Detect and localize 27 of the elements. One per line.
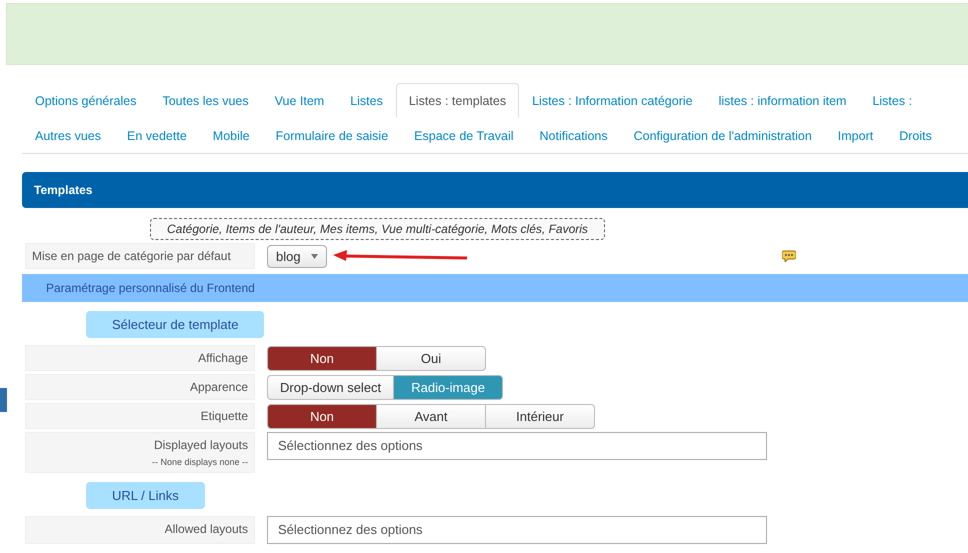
section-title: URL / Links bbox=[86, 482, 205, 509]
speech-bubble-icon bbox=[782, 250, 796, 262]
arrow-icon bbox=[332, 250, 469, 262]
multiselect-field[interactable]: Sélectionnez des options bbox=[267, 432, 767, 460]
toggle-option[interactable]: Oui bbox=[376, 346, 486, 370]
side-marker bbox=[0, 388, 7, 412]
toggle-option[interactable]: Radio-image bbox=[393, 374, 504, 400]
toggle-option[interactable]: Non bbox=[267, 346, 377, 370]
toggle-option[interactable]: Non bbox=[267, 404, 377, 428]
tab[interactable]: Listes : templates bbox=[396, 83, 520, 118]
toggle-option[interactable]: Intérieur bbox=[485, 404, 595, 428]
field-label: Affichage bbox=[25, 345, 255, 371]
multiselect-field[interactable]: Sélectionnez des options bbox=[267, 516, 767, 544]
field-label: Etiquette bbox=[25, 403, 255, 429]
field-label: Allowed layouts bbox=[164, 522, 248, 536]
layout-select[interactable]: blog bbox=[267, 244, 327, 268]
field-label: Apparence bbox=[25, 374, 255, 400]
toggle-option[interactable]: Avant bbox=[376, 404, 486, 428]
hint-text: Catégorie, Items de l'auteur, Mes items, Vue multi-catégorie, Mots clés, Favoris bbox=[150, 218, 605, 240]
caret-icon bbox=[310, 254, 318, 258]
field-note: -- None displays none -- bbox=[150, 457, 248, 467]
section-header: Paramétrage personnalisé du Frontend bbox=[22, 274, 968, 302]
field-label: Displayed layouts bbox=[152, 438, 248, 452]
field-label: Mise en page de catégorie par défaut bbox=[25, 243, 255, 269]
section-title: Sélecteur de template bbox=[86, 311, 264, 338]
panel-header: Templates bbox=[22, 172, 968, 208]
toggle-option[interactable]: Drop-down select bbox=[267, 374, 394, 400]
